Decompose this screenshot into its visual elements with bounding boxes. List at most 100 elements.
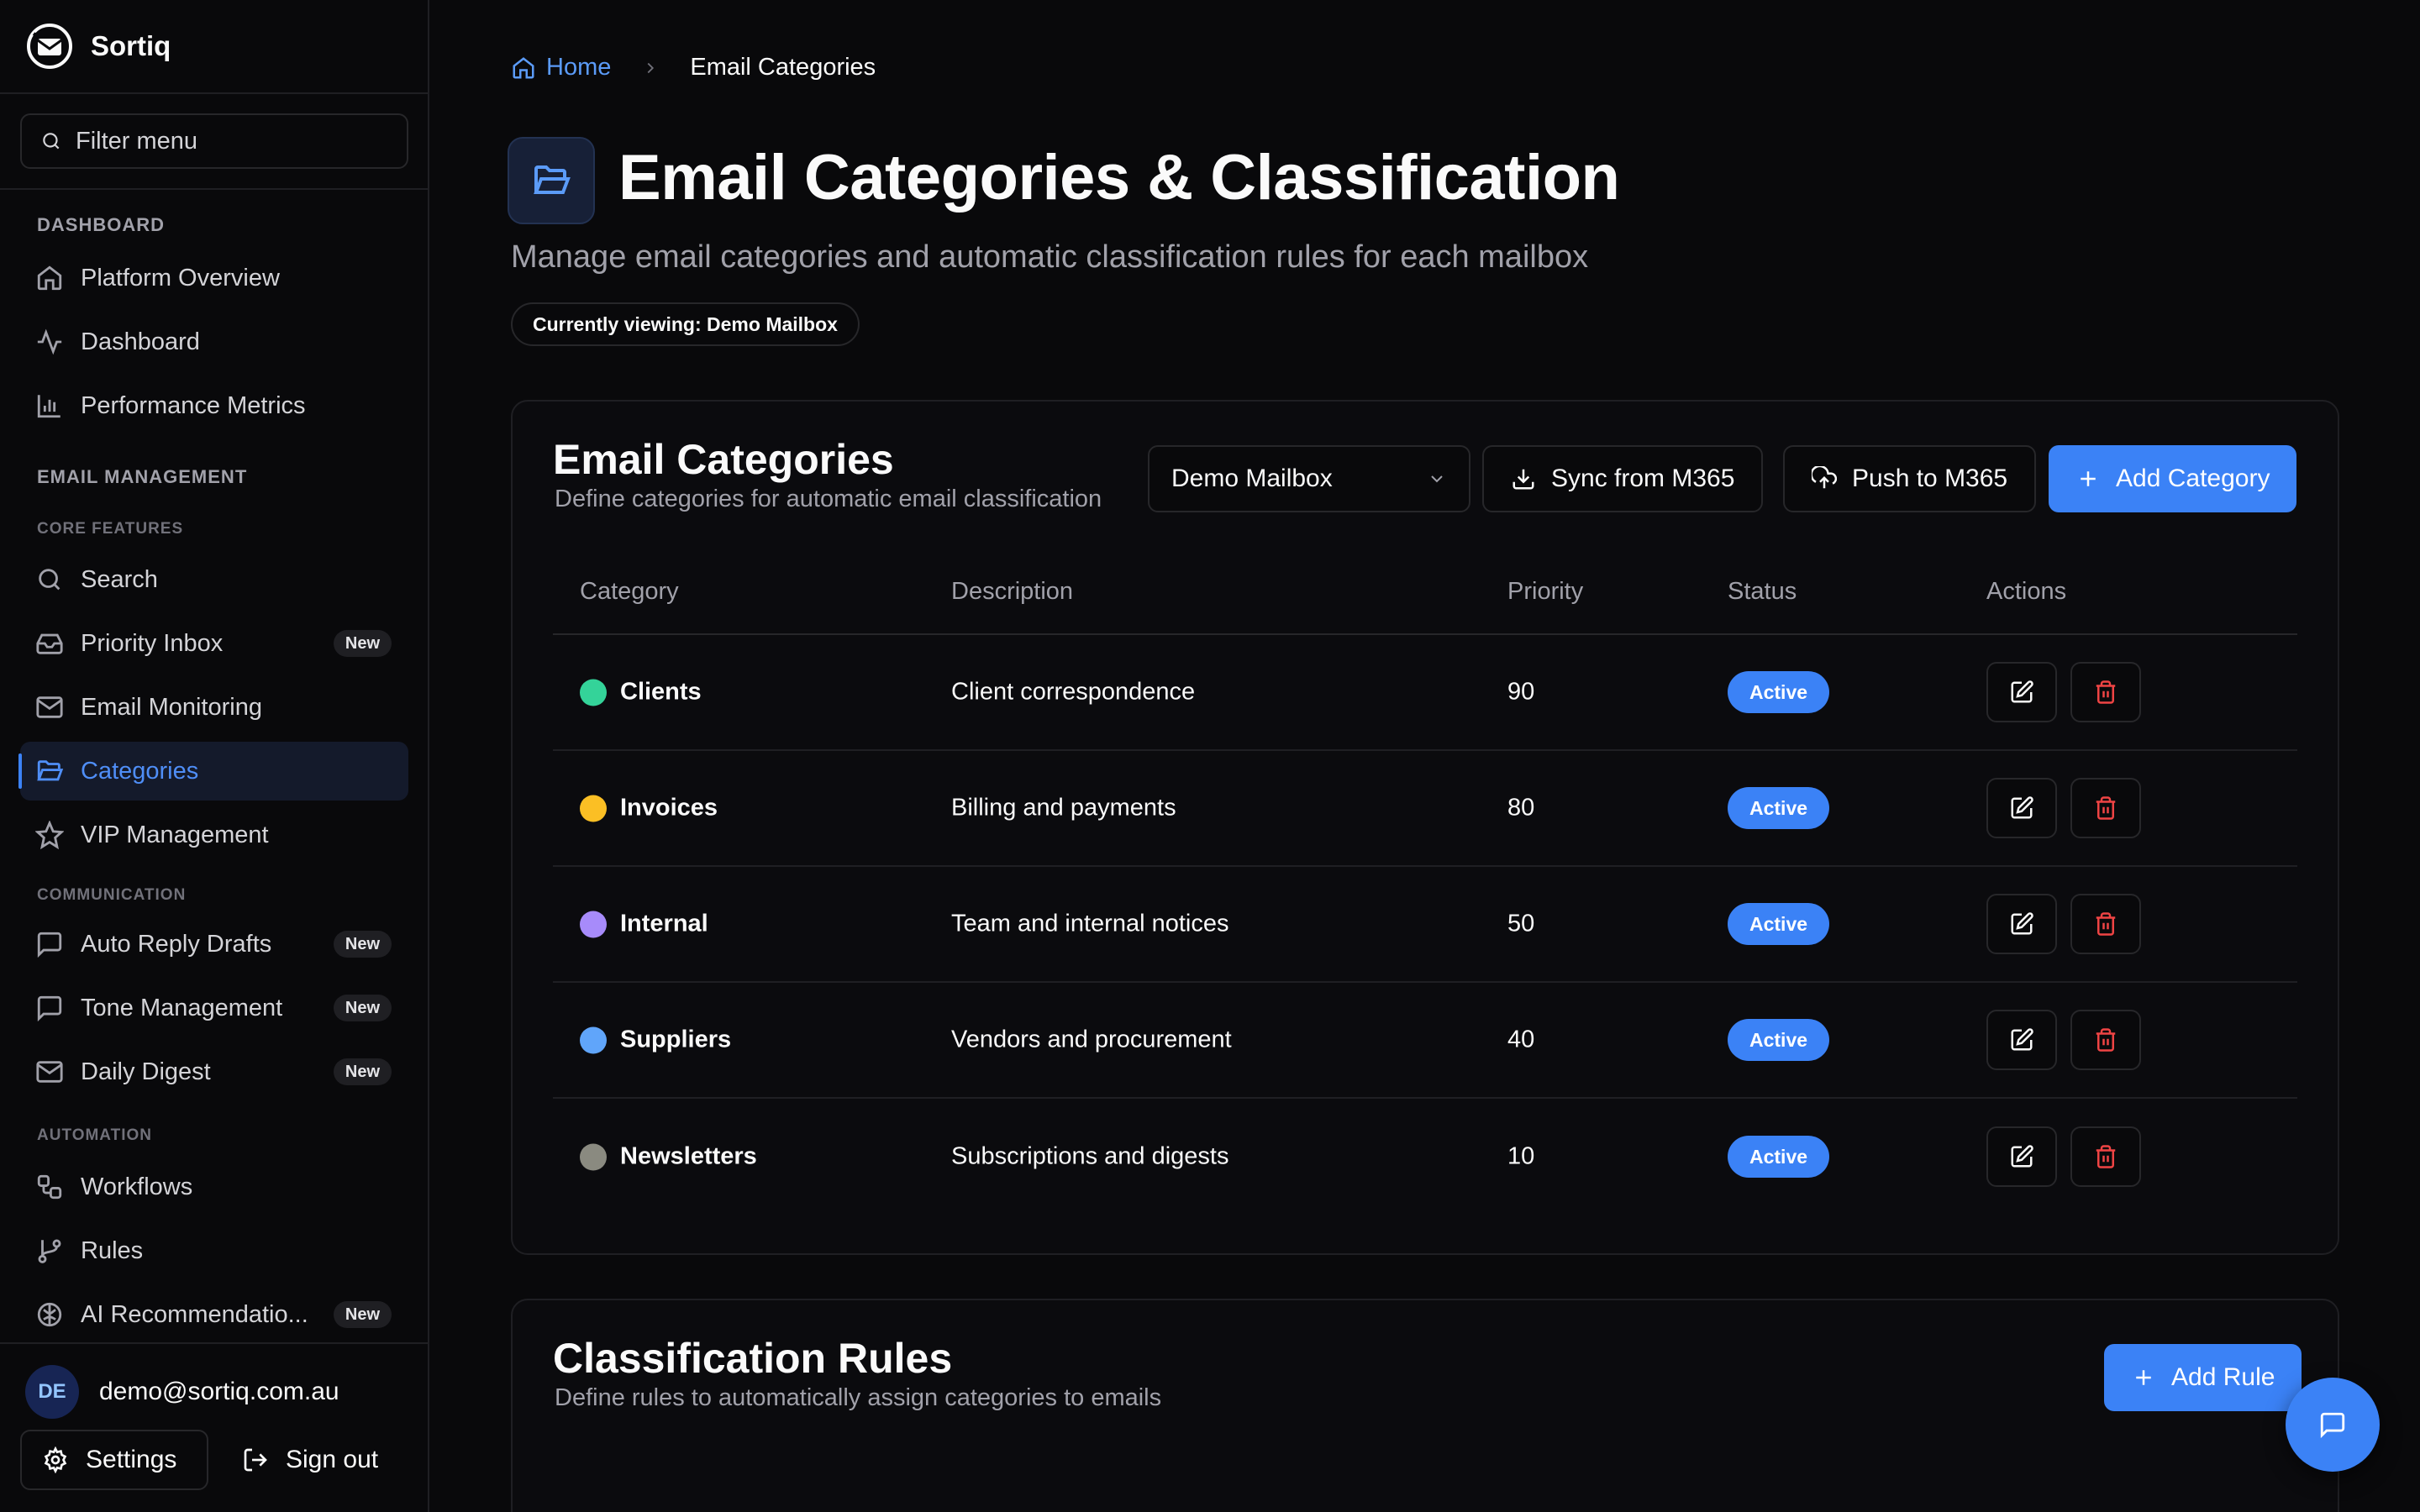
sidebar-item-rules[interactable]: Rules — [20, 1221, 408, 1280]
settings-button[interactable]: Settings — [20, 1430, 208, 1490]
sidebar-item-ai-recommendations[interactable]: AI Recommendatio... New — [20, 1285, 408, 1342]
sidebar-item-search[interactable]: Search — [20, 550, 408, 609]
brand[interactable]: Sortiq — [25, 22, 171, 71]
sidebar-item-email-monitoring[interactable]: Email Monitoring — [20, 678, 408, 737]
sidebar-item-auto-reply-drafts[interactable]: Auto Reply Drafts New — [20, 915, 408, 974]
delete-category-button[interactable] — [2070, 1126, 2141, 1187]
breadcrumb: Home Email Categories — [511, 54, 876, 81]
category-color-dot — [580, 679, 607, 706]
edit-category-button[interactable] — [1986, 778, 2057, 838]
message-square-icon — [2320, 1412, 2345, 1439]
sidebar-item-label: AI Recommendatio... — [81, 1300, 308, 1328]
mailbox-select-value: Demo Mailbox — [1171, 465, 1333, 492]
section-label-communication: COMMUNICATION — [37, 886, 187, 904]
classification-rules-card: Classification Rules Define rules to aut… — [511, 1299, 2339, 1512]
sidebar-item-vip-management[interactable]: VIP Management — [20, 806, 408, 864]
trash-icon — [2093, 911, 2118, 937]
edit-category-button[interactable] — [1986, 1126, 2057, 1187]
sign-out-button[interactable]: Sign out — [227, 1430, 408, 1490]
sidebar-item-dashboard[interactable]: Dashboard — [20, 312, 408, 371]
delete-category-button[interactable] — [2070, 1010, 2141, 1070]
sync-from-m365-button[interactable]: Sync from M365 — [1482, 445, 1764, 512]
breadcrumb-home-label: Home — [546, 54, 612, 81]
table-header: Category Description Priority Status Act… — [553, 553, 2297, 635]
mail-icon — [36, 696, 63, 718]
sidebar-item-performance-metrics[interactable]: Performance Metrics — [20, 376, 408, 435]
folder-open-icon — [37, 760, 64, 781]
section-label-dashboard: DASHBOARD — [37, 214, 165, 235]
card-description: Define rules to automatically assign cat… — [555, 1384, 1162, 1411]
add-rule-button[interactable]: Add Rule — [2104, 1344, 2302, 1411]
edit-icon — [2009, 911, 2034, 937]
add-rule-label: Add Rule — [2171, 1363, 2275, 1391]
sidebar-item-priority-inbox[interactable]: Priority Inbox New — [20, 614, 408, 673]
sidebar-item-workflows[interactable]: Workflows — [20, 1158, 408, 1216]
edit-category-button[interactable] — [1986, 662, 2057, 722]
delete-category-button[interactable] — [2070, 662, 2141, 722]
status-cell: Active — [1728, 671, 1830, 713]
mailbox-select[interactable]: Demo Mailbox — [1148, 445, 1470, 512]
current-mailbox-badge: Currently viewing: Demo Mailbox — [511, 302, 860, 346]
chevron-right-icon — [647, 62, 655, 73]
inbox-icon — [36, 633, 63, 654]
status-badge: Active — [1728, 1136, 1830, 1178]
filter-menu-input[interactable] — [76, 127, 395, 155]
category-color-dot — [580, 1143, 607, 1170]
filter-menu[interactable] — [20, 113, 408, 169]
category-priority: 80 — [1507, 794, 1535, 822]
delete-category-button[interactable] — [2070, 894, 2141, 954]
page-subtitle: Manage email categories and automatic cl… — [511, 239, 1589, 275]
sidebar-nav[interactable]: DASHBOARD Platform Overview Dashboard Pe… — [0, 192, 428, 1342]
divider — [0, 1342, 429, 1344]
chat-support-button[interactable] — [2286, 1378, 2380, 1472]
sidebar-item-label: Email Monitoring — [81, 693, 262, 721]
table-row: Newsletters Subscriptions and digests 10 Ac… — [553, 1099, 2297, 1215]
download-icon — [1512, 469, 1534, 490]
new-badge: New — [333, 1058, 392, 1085]
sidebar-item-categories[interactable]: Categories — [18, 742, 408, 801]
column-header-category: Category — [580, 578, 679, 605]
folder-open-icon — [508, 137, 595, 224]
status-cell: Active — [1728, 787, 1830, 829]
page-title: Email Categories & Classification — [618, 142, 1620, 213]
sidebar-item-label: Platform Overview — [81, 264, 280, 291]
sidebar-item-daily-digest[interactable]: Daily Digest New — [20, 1042, 408, 1101]
category-cell: Clients — [580, 679, 702, 706]
card-title: Email Categories — [553, 436, 894, 483]
sidebar-item-label: Workflows — [81, 1173, 193, 1200]
table-row: Internal Team and internal notices 50 Activ… — [553, 867, 2297, 983]
brain-icon — [37, 1302, 62, 1327]
sidebar-item-label: Categories — [81, 757, 199, 785]
sidebar-item-platform-overview[interactable]: Platform Overview — [20, 249, 408, 307]
push-label: Push to M365 — [1852, 465, 2008, 492]
table-body: Clients Client correspondence 90 Active Invo… — [553, 635, 2297, 1215]
message-square-icon — [37, 932, 62, 958]
sidebar-item-label: Rules — [81, 1236, 144, 1264]
add-category-button[interactable]: Add Category — [2049, 445, 2297, 512]
breadcrumb-home[interactable]: Home — [511, 54, 611, 81]
category-priority: 50 — [1507, 910, 1535, 937]
sidebar-item-tone-management[interactable]: Tone Management New — [20, 979, 408, 1037]
edit-category-button[interactable] — [1986, 1010, 2057, 1070]
breadcrumb-current: Email Categories — [690, 54, 876, 81]
bar-chart-icon — [37, 395, 60, 418]
category-name: Suppliers — [620, 1026, 732, 1053]
sync-label: Sync from M365 — [1551, 465, 1735, 492]
home-icon — [37, 265, 62, 291]
message-square-icon — [37, 995, 62, 1022]
user-profile[interactable]: DE demo@sortiq.com.au — [25, 1365, 339, 1419]
gear-icon — [44, 1446, 67, 1473]
sidebar-item-label: Tone Management — [81, 994, 283, 1021]
sidebar-item-label: Daily Digest — [81, 1058, 211, 1085]
delete-category-button[interactable] — [2070, 778, 2141, 838]
add-category-label: Add Category — [2116, 465, 2270, 492]
edit-category-button[interactable] — [1986, 894, 2057, 954]
workflow-icon — [37, 1174, 62, 1200]
search-icon — [43, 133, 60, 150]
push-to-m365-button[interactable]: Push to M365 — [1783, 445, 2037, 512]
new-badge: New — [333, 995, 392, 1021]
category-name: Internal — [620, 910, 708, 937]
avatar: DE — [25, 1365, 79, 1419]
trash-icon — [2093, 680, 2118, 705]
category-name: Invoices — [620, 794, 718, 822]
